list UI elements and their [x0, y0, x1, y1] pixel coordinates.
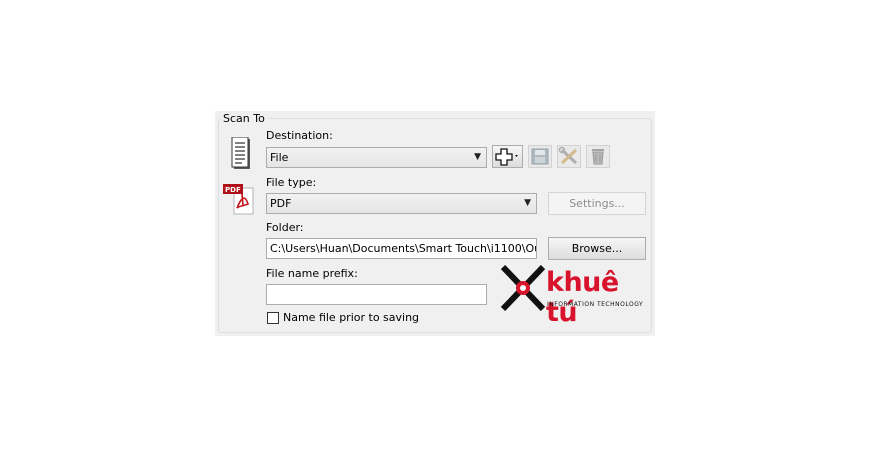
logo-tagline: INFORMATION TECHNOLOGY	[547, 301, 644, 308]
destination-value: File	[270, 151, 289, 164]
logo-brand-text: khuê tú	[546, 267, 619, 328]
browse-button[interactable]: Browse...	[548, 237, 646, 260]
name-file-prior-checkbox[interactable]	[267, 312, 279, 324]
delete-destination-button[interactable]	[586, 145, 610, 168]
watermark-logo: khuê tú INFORMATION TECHNOLOGY	[500, 265, 650, 328]
folder-path-field[interactable]: C:\Users\Huan\Documents\Smart Touch\i110…	[266, 238, 537, 259]
save-disk-icon	[531, 148, 549, 165]
add-destination-button[interactable]	[492, 145, 523, 168]
edit-destination-button[interactable]	[557, 145, 581, 168]
pdf-file-icon: PDF	[223, 184, 254, 215]
chevron-down-icon: ▼	[474, 152, 481, 162]
logo-x-mark-icon	[500, 265, 546, 311]
prefix-label: File name prefix:	[266, 267, 358, 280]
group-title: Scan To	[220, 112, 268, 126]
file-type-select[interactable]: PDF ▼	[266, 193, 537, 214]
document-icon	[231, 137, 250, 169]
folder-label: Folder:	[266, 221, 304, 234]
destination-label: Destination:	[266, 129, 333, 142]
file-type-label: File type:	[266, 176, 317, 189]
chevron-down-icon: ▼	[524, 198, 531, 208]
save-destination-button[interactable]	[528, 145, 552, 168]
name-file-prior-label[interactable]: Name file prior to saving	[283, 311, 419, 325]
settings-button[interactable]: Settings...	[548, 192, 646, 215]
file-type-value: PDF	[270, 197, 292, 210]
svg-text:PDF: PDF	[225, 186, 241, 194]
trash-icon	[592, 149, 604, 165]
tools-icon	[558, 146, 578, 165]
file-name-prefix-input[interactable]	[266, 284, 487, 305]
destination-select[interactable]: File ▼	[266, 147, 487, 168]
add-plus-icon	[495, 148, 518, 166]
